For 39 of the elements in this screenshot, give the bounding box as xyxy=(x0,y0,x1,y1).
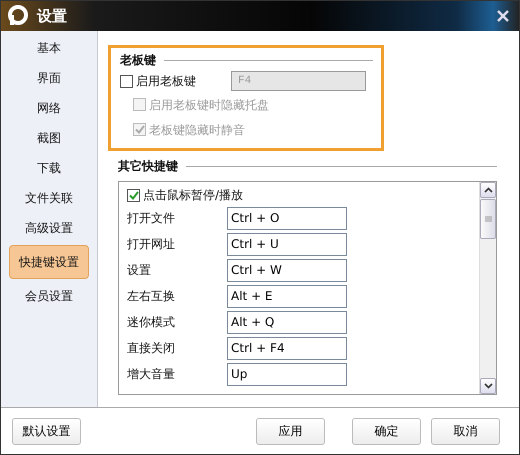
section-heading: 其它快捷键 xyxy=(118,158,178,175)
sidebar-item[interactable]: 快捷键设置 xyxy=(9,245,89,279)
shortcut-field[interactable]: Ctrl + O xyxy=(227,206,347,230)
sidebar-item[interactable]: 下载 xyxy=(11,153,87,183)
shortcut-label: 打开网址 xyxy=(127,236,176,253)
dialog-button[interactable]: 应用 xyxy=(256,418,325,444)
sidebar-item[interactable]: 文件关联 xyxy=(11,183,87,213)
shortcut-field[interactable]: Alt + E xyxy=(227,284,347,308)
dialog-button[interactable]: 确定 xyxy=(352,418,421,444)
enable-checkbox[interactable]: 启用老板键 xyxy=(120,72,223,90)
sidebar-item[interactable]: 网络 xyxy=(11,93,87,123)
sidebar-item[interactable]: 会员设置 xyxy=(11,281,87,311)
shortcut-field[interactable]: Ctrl + W xyxy=(227,258,347,282)
default-settings-button[interactable]: 默认设置 xyxy=(12,418,81,444)
dialog-button[interactable]: 取消 xyxy=(431,418,500,444)
shortcut-field[interactable]: Up xyxy=(227,362,347,386)
checkmark-icon xyxy=(128,190,138,200)
shortcut-label: 迷你模式 xyxy=(127,314,176,331)
shortcut-field[interactable]: Ctrl + U xyxy=(227,232,347,256)
pause-checkbox[interactable]: 点击鼠标暂停/播放 xyxy=(127,185,471,205)
sidebar-item[interactable]: 截图 xyxy=(11,123,87,153)
shortcut-label: 直接关闭 xyxy=(127,340,176,357)
scroll-up-icon[interactable] xyxy=(480,182,496,198)
shortcut-label: 左右互换 xyxy=(127,288,176,305)
window-title: 设置 xyxy=(37,6,67,27)
app-logo-icon xyxy=(7,5,29,27)
shortcut-field[interactable]: Alt + Q xyxy=(227,310,347,334)
scrollbar-thumb[interactable] xyxy=(480,199,496,239)
close-icon[interactable] xyxy=(497,10,509,22)
shortcut-label: 增大音量 xyxy=(127,366,176,383)
sidebar-item[interactable]: 界面 xyxy=(11,63,87,93)
scroll-down-icon[interactable] xyxy=(480,378,496,394)
section-heading: 老板键 xyxy=(120,52,156,69)
shortcut-label: 打开文件 xyxy=(127,210,176,227)
checkmark-icon xyxy=(134,125,144,134)
shortcut-label: 设置 xyxy=(127,262,152,279)
sidebar-item[interactable]: 高级设置 xyxy=(11,213,87,243)
shortcut-field[interactable]: Ctrl + F4 xyxy=(227,336,347,360)
sidebar-item[interactable]: 基本 xyxy=(11,33,87,63)
